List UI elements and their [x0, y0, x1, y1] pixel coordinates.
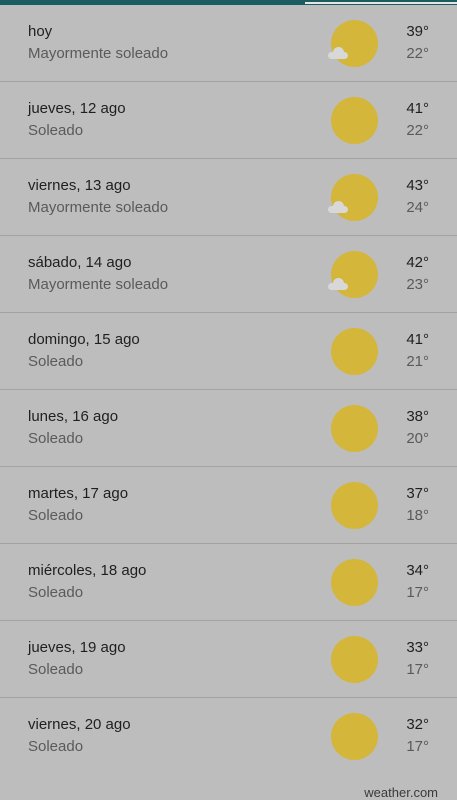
cloud-icon [328, 278, 350, 290]
cloud-icon [328, 47, 350, 59]
sunny-icon [331, 328, 378, 375]
forecast-condition: Soleado [28, 122, 84, 139]
forecast-row-7[interactable]: miércoles, 18 ago Soleado 34° 17° [0, 544, 457, 621]
forecast-day: lunes, 16 ago [28, 408, 119, 425]
forecast-low: 21° [406, 353, 429, 370]
forecast-low: 22° [406, 45, 429, 62]
forecast-condition: Soleado [28, 738, 84, 755]
sunny-icon [331, 97, 378, 144]
forecast-row-4[interactable]: domingo, 15 ago Soleado 41° 21° [0, 313, 457, 390]
forecast-row-0[interactable]: hoy Mayormente soleado 39° 22° [0, 5, 457, 82]
forecast-day: hoy [28, 23, 53, 40]
forecast-low: 17° [406, 661, 429, 678]
sunny-icon [331, 713, 378, 760]
forecast-high: 38° [406, 408, 429, 425]
forecast-day: domingo, 15 ago [28, 331, 140, 348]
forecast-day: viernes, 13 ago [28, 177, 131, 194]
forecast-row-1[interactable]: jueves, 12 ago Soleado 41° 22° [0, 82, 457, 159]
forecast-day: viernes, 20 ago [28, 716, 131, 733]
forecast-condition: Mayormente soleado [28, 45, 169, 62]
forecast-day: sábado, 14 ago [28, 254, 132, 271]
forecast-low: 22° [406, 122, 429, 139]
forecast-high: 37° [406, 485, 429, 502]
forecast-low: 23° [406, 276, 429, 293]
forecast-row-8[interactable]: jueves, 19 ago Soleado 33° 17° [0, 621, 457, 698]
forecast-low: 17° [406, 738, 429, 755]
forecast-row-5[interactable]: lunes, 16 ago Soleado 38° 20° [0, 390, 457, 467]
mostly-sunny-icon [328, 20, 378, 67]
forecast-condition: Soleado [28, 584, 84, 601]
forecast-high: 43° [406, 177, 429, 194]
forecast-high: 42° [406, 254, 429, 271]
forecast-low: 18° [406, 507, 429, 524]
forecast-condition: Soleado [28, 430, 84, 447]
forecast-high: 32° [406, 716, 429, 733]
forecast-day: martes, 17 ago [28, 485, 129, 502]
source-link[interactable]: weather.com [364, 785, 438, 800]
tab-indicator [305, 2, 457, 4]
forecast-condition: Mayormente soleado [28, 276, 169, 293]
forecast-high: 41° [406, 100, 429, 117]
sunny-icon [331, 636, 378, 683]
forecast-high: 41° [406, 331, 429, 348]
forecast-condition: Soleado [28, 661, 84, 678]
cloud-icon [328, 201, 350, 213]
forecast-high: 33° [406, 639, 429, 656]
forecast-row-9[interactable]: viernes, 20 ago Soleado 32° 17° [0, 698, 457, 775]
forecast-row-3[interactable]: sábado, 14 ago Mayormente soleado 42° 23… [0, 236, 457, 313]
sunny-icon [331, 482, 378, 529]
sunny-icon [331, 559, 378, 606]
forecast-row-6[interactable]: martes, 17 ago Soleado 37° 18° [0, 467, 457, 544]
forecast-low: 24° [406, 199, 429, 216]
forecast-low: 20° [406, 430, 429, 447]
mostly-sunny-icon [328, 251, 378, 298]
forecast-high: 34° [406, 562, 429, 579]
mostly-sunny-icon [328, 174, 378, 221]
forecast-day: jueves, 19 ago [28, 639, 126, 656]
forecast-day: miércoles, 18 ago [28, 562, 147, 579]
forecast-day: jueves, 12 ago [28, 100, 126, 117]
forecast-high: 39° [406, 23, 429, 40]
forecast-condition: Soleado [28, 507, 84, 524]
forecast-condition: Mayormente soleado [28, 199, 169, 216]
sunny-icon [331, 405, 378, 452]
forecast-condition: Soleado [28, 353, 84, 370]
forecast-row-2[interactable]: viernes, 13 ago Mayormente soleado 43° 2… [0, 159, 457, 236]
forecast-low: 17° [406, 584, 429, 601]
forecast-list: hoy Mayormente soleado 39° 22° jueves, 1… [0, 5, 457, 775]
